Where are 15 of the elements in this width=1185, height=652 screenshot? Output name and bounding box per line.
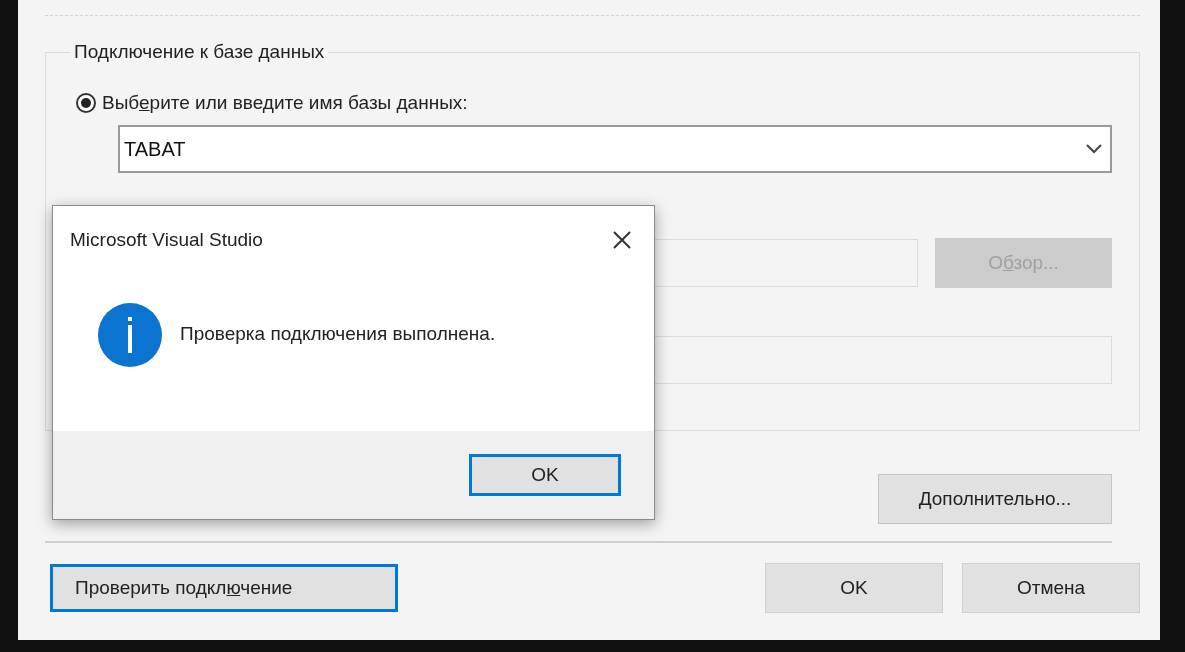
test-connection-button[interactable]: Проверить подключение [50, 564, 398, 612]
close-icon[interactable] [612, 230, 632, 251]
cancel-button[interactable]: Отмена [962, 563, 1140, 613]
info-icon [98, 302, 162, 367]
radio-button[interactable] [76, 92, 96, 113]
database-combo-box[interactable]: TABAT [118, 125, 1112, 173]
advanced-button[interactable]: Дополнительно... [878, 474, 1112, 524]
group-title: Подключение к базе данных [73, 40, 326, 64]
chevron-down-icon [1086, 144, 1102, 154]
ok-button[interactable]: OK [765, 563, 943, 613]
message-text: Проверка подключения выполнена. [180, 322, 496, 347]
message-box-title: Microsoft Visual Studio [70, 228, 263, 252]
radio-label[interactable]: Выберите или введите имя базы данных: [102, 88, 468, 117]
combo-value: TABAT [124, 137, 186, 162]
message-ok-button[interactable]: OK [469, 454, 621, 496]
